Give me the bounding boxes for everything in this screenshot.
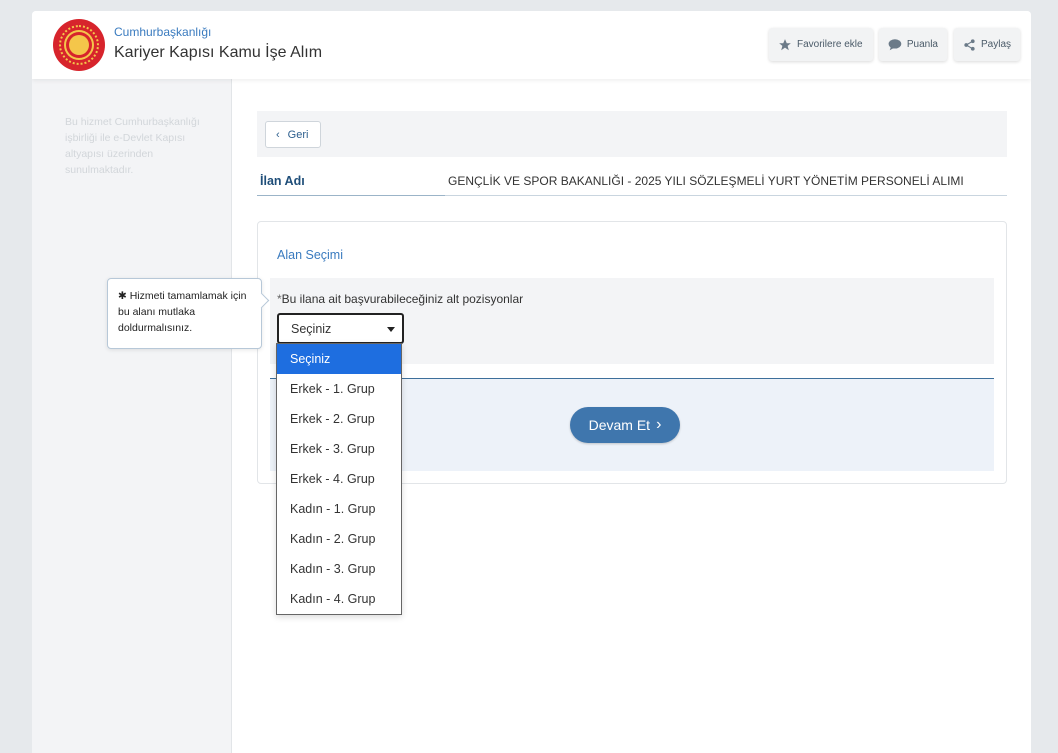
sidebar: Bu hizmet Cumhurbaşkanlığı işbirliği ile… (32, 79, 232, 753)
logo-sun-emblem (69, 35, 89, 55)
organization-name[interactable]: Cumhurbaşkanlığı (114, 25, 211, 39)
continue-button-label: Devam Et (588, 417, 651, 433)
dropdown-option[interactable]: Erkek - 1. Grup (277, 374, 401, 404)
position-select[interactable]: Seçiniz (277, 313, 404, 344)
continue-button[interactable]: Devam Et › (570, 407, 680, 443)
sidebar-note: Bu hizmet Cumhurbaşkanlığı işbirliği ile… (65, 116, 200, 176)
dropdown-option[interactable]: Kadın - 3. Grup (277, 554, 401, 584)
dropdown-option[interactable]: Erkek - 3. Grup (277, 434, 401, 464)
share-button-label: Paylaş (980, 39, 1011, 50)
share-icon (964, 38, 975, 51)
service-title: Kariyer Kapısı Kamu İşe Alım (114, 44, 323, 61)
rate-button-label: Puanla (906, 39, 938, 50)
caret-down-icon (387, 327, 395, 332)
back-button[interactable]: ‹ Geri (265, 121, 321, 148)
back-button-label: Geri (287, 128, 309, 141)
dropdown-option[interactable]: Erkek - 2. Grup (277, 404, 401, 434)
back-bar: ‹ Geri (257, 111, 1007, 157)
site-header: Cumhurbaşkanlığı Kariyer Kapısı Kamu İşe… (32, 11, 1031, 79)
listing-name-value: GENÇLİK VE SPOR BAKANLIĞI - 2025 YILI SÖ… (445, 168, 1007, 196)
favorite-button[interactable]: Favorilere ekle (769, 28, 873, 61)
chevron-left-icon: ‹ (276, 128, 280, 141)
dropdown-option[interactable]: Kadın - 4. Grup (277, 584, 401, 614)
presidency-logo[interactable] (53, 19, 105, 71)
listing-name-label: İlan Adı (257, 168, 445, 196)
position-field-label-text: Bu ilana ait başvurabileceğiniz alt pozi… (281, 292, 524, 306)
position-select-value: Seçiniz (291, 321, 332, 336)
favorite-button-label: Favorilere ekle (797, 39, 863, 50)
share-button[interactable]: Paylaş (954, 28, 1020, 61)
position-dropdown-list[interactable]: Seçiniz Erkek - 1. Grup Erkek - 2. Grup … (276, 343, 402, 615)
chevron-right-icon: › (656, 416, 662, 433)
required-field-tooltip: ✱ Hizmeti tamamlamak için bu alanı mutla… (107, 278, 262, 349)
star-icon (779, 38, 791, 50)
dropdown-option[interactable]: Seçiniz (277, 344, 401, 374)
rate-button[interactable]: Puanla (879, 28, 947, 61)
panel-title: Alan Seçimi (277, 248, 343, 262)
dropdown-option[interactable]: Erkek - 4. Grup (277, 464, 401, 494)
dropdown-option[interactable]: Kadın - 1. Grup (277, 494, 401, 524)
speech-bubble-icon (888, 39, 902, 51)
position-field-label: *Bu ilana ait başvurabileceğiniz alt poz… (277, 292, 523, 306)
dropdown-option[interactable]: Kadın - 2. Grup (277, 524, 401, 554)
